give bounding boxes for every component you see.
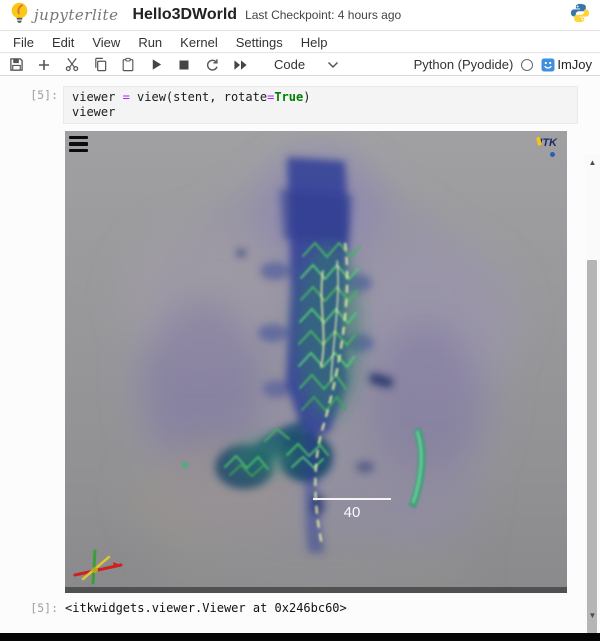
- jupyterlite-window: jupyterlite Hello3DWorld Last Checkpoint…: [0, 0, 600, 641]
- copy-cell-button[interactable]: [92, 57, 108, 73]
- menu-file[interactable]: File: [4, 35, 43, 50]
- code-line-2: viewer: [72, 105, 569, 120]
- menu-kernel[interactable]: Kernel: [171, 35, 227, 50]
- run-cell-button[interactable]: [148, 57, 164, 73]
- scale-bar-label: 40: [344, 504, 361, 521]
- scroll-up-arrow[interactable]: ▲: [585, 156, 600, 170]
- chevron-down-icon: [327, 61, 339, 69]
- run-all-button[interactable]: [232, 57, 248, 73]
- notebook-toolbar: Code Python (Pyodide) ImJoy: [0, 54, 600, 76]
- scrollbar-thumb[interactable]: [587, 260, 597, 637]
- stop-kernel-button[interactable]: [176, 57, 192, 73]
- jupyterlite-logo[interactable]: jupyterlite: [9, 1, 118, 29]
- cell-type-value: Code: [274, 57, 305, 72]
- imjoy-button[interactable]: ImJoy: [541, 57, 592, 72]
- scroll-down-arrow[interactable]: ▼: [585, 609, 600, 623]
- menu-bar: File Edit View Run Kernel Settings Help: [0, 32, 600, 53]
- run-all-icon: [233, 59, 248, 71]
- menu-edit[interactable]: Edit: [43, 35, 83, 50]
- cut-icon: [64, 57, 80, 72]
- volume-rendering: 40: [65, 131, 567, 593]
- bottom-bar: [0, 633, 600, 641]
- notebook-title[interactable]: Hello3DWorld: [132, 6, 237, 24]
- kernel-status-icon[interactable]: [521, 59, 533, 71]
- imjoy-label: ImJoy: [557, 57, 592, 72]
- itk-logo-dot: [550, 152, 555, 157]
- stop-icon: [178, 59, 190, 71]
- menu-settings[interactable]: Settings: [227, 35, 292, 50]
- jupyterlite-logo-text: jupyterlite: [34, 6, 118, 24]
- restart-kernel-button[interactable]: [204, 57, 220, 73]
- restart-kernel-icon: [205, 58, 219, 72]
- checkpoint-label: Last Checkpoint: 4 hours ago: [245, 8, 401, 22]
- paste-icon: [121, 57, 135, 72]
- vertical-scrollbar[interactable]: ▲ ▼: [585, 154, 600, 625]
- itk-logo-text: ITK: [539, 137, 557, 149]
- cell-input-prompt: [5]:: [14, 88, 58, 102]
- notebook-area: [5]: viewer = view(stent, rotate=True) v…: [0, 77, 600, 633]
- cut-cell-button[interactable]: [64, 57, 80, 73]
- itk-logo: ITK: [537, 137, 557, 157]
- code-line-1: viewer = view(stent, rotate=True): [72, 90, 569, 105]
- code-cell-input[interactable]: viewer = view(stent, rotate=True) viewer: [63, 86, 578, 124]
- run-icon: [150, 58, 163, 71]
- menu-run[interactable]: Run: [129, 35, 171, 50]
- save-button[interactable]: [8, 57, 24, 73]
- cell-type-dropdown[interactable]: Code: [274, 57, 339, 72]
- kernel-name-label[interactable]: Python (Pyodide): [414, 57, 514, 72]
- itk-3d-viewer-canvas[interactable]: 40 ITK: [65, 131, 567, 593]
- imjoy-icon: [541, 58, 555, 72]
- copy-icon: [93, 57, 108, 72]
- jupyterlite-bulb-icon: [9, 1, 30, 29]
- cell-output-text: <itkwidgets.viewer.Viewer at 0x246bc60>: [65, 601, 347, 615]
- menu-help[interactable]: Help: [292, 35, 337, 50]
- python-logo-icon: [569, 2, 591, 29]
- header: jupyterlite Hello3DWorld Last Checkpoint…: [0, 0, 600, 31]
- save-icon: [9, 57, 24, 72]
- viewer-menu-button[interactable]: [69, 136, 88, 152]
- paste-cell-button[interactable]: [120, 57, 136, 73]
- cell-output-prompt: [5]:: [14, 601, 58, 615]
- add-cell-button[interactable]: [36, 57, 52, 73]
- menu-view[interactable]: View: [83, 35, 129, 50]
- add-cell-icon: [37, 58, 51, 72]
